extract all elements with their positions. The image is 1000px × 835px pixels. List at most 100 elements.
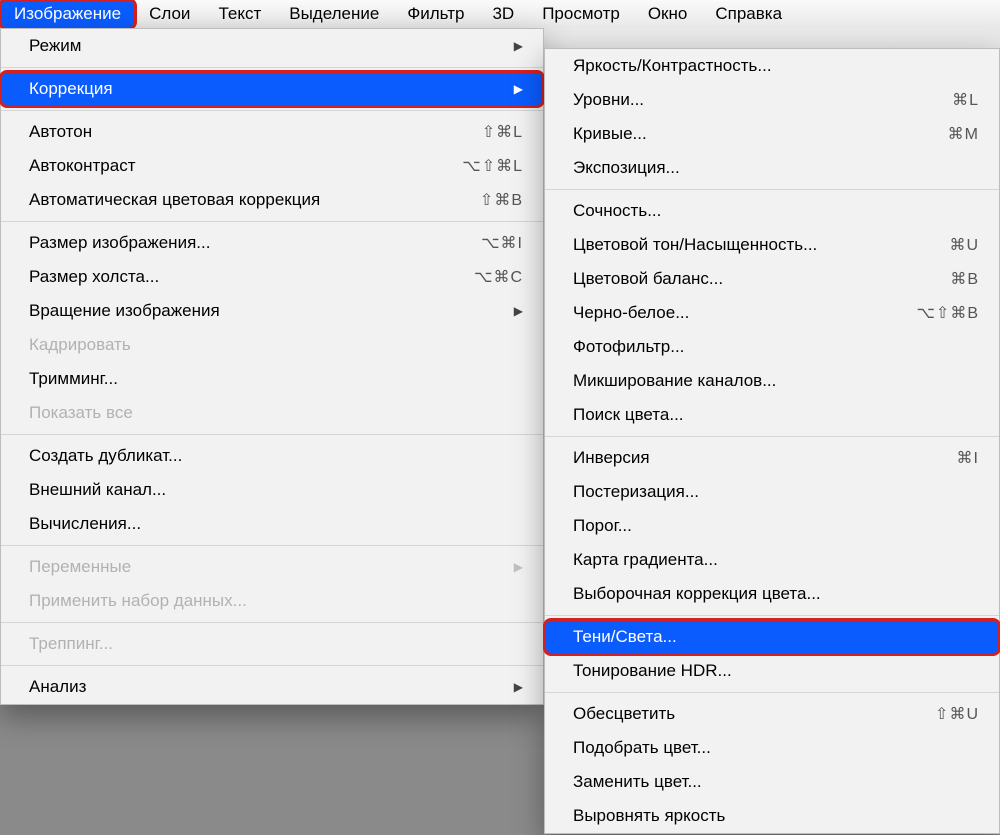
menubar-item-5[interactable]: 3D xyxy=(478,0,528,28)
menu-item-label: Инверсия xyxy=(573,448,957,468)
menu-item-shortcut: ⌘L xyxy=(952,90,979,110)
menu-item-shortcut: ⇧⌘B xyxy=(480,190,523,210)
menu-item-shortcut: ⌘U xyxy=(949,235,979,255)
image-menu-item[interactable]: Размер холста...⌥⌘C xyxy=(1,260,543,294)
adjustments-item[interactable]: Заменить цвет... xyxy=(545,765,999,799)
menu-item-shortcut: ⇧⌘L xyxy=(482,122,523,142)
menu-item-label: Подобрать цвет... xyxy=(573,738,979,758)
image-menu-item[interactable]: Вычисления... xyxy=(1,507,543,541)
menu-item-label: Тонирование HDR... xyxy=(573,661,979,681)
adjustments-separator xyxy=(545,189,999,190)
image-menu-item: Применить набор данных... xyxy=(1,584,543,618)
adjustments-item[interactable]: Экспозиция... xyxy=(545,151,999,185)
menu-item-label: Создать дубликат... xyxy=(29,446,523,466)
menubar-item-8[interactable]: Справка xyxy=(701,0,796,28)
menubar-item-6[interactable]: Просмотр xyxy=(528,0,634,28)
adjustments-separator xyxy=(545,692,999,693)
menu-item-label: Вычисления... xyxy=(29,514,523,534)
menu-item-label: Автотон xyxy=(29,122,482,142)
adjustments-item[interactable]: Тени/Света... xyxy=(545,620,999,654)
image-menu-item[interactable]: Тримминг... xyxy=(1,362,543,396)
adjustments-submenu-dropdown: Яркость/Контрастность...Уровни...⌘LКривы… xyxy=(544,48,1000,834)
menu-item-label: Обесцветить xyxy=(573,704,935,724)
adjustments-item[interactable]: Цветовой тон/Насыщенность...⌘U xyxy=(545,228,999,262)
menubar-item-0[interactable]: Изображение xyxy=(0,0,135,28)
image-menu-item[interactable]: Автоконтраст⌥⇧⌘L xyxy=(1,149,543,183)
menu-item-label: Уровни... xyxy=(573,90,952,110)
menubar-item-2[interactable]: Текст xyxy=(204,0,275,28)
menu-item-label: Кадрировать xyxy=(29,335,523,355)
menu-item-label: Микширование каналов... xyxy=(573,371,979,391)
menu-item-label: Черно-белое... xyxy=(573,303,916,323)
submenu-arrow-icon: ▶ xyxy=(514,560,523,574)
image-menu-item[interactable]: Автотон⇧⌘L xyxy=(1,115,543,149)
image-menu-separator xyxy=(1,110,543,111)
image-menu-item[interactable]: Размер изображения...⌥⌘I xyxy=(1,226,543,260)
menu-item-shortcut: ⌘M xyxy=(948,124,979,144)
menu-item-label: Порог... xyxy=(573,516,979,536)
adjustments-item[interactable]: Подобрать цвет... xyxy=(545,731,999,765)
image-menu-item[interactable]: Режим▶ xyxy=(1,29,543,63)
image-menu-separator xyxy=(1,67,543,68)
image-menu-item: Показать все xyxy=(1,396,543,430)
menu-item-label: Заменить цвет... xyxy=(573,772,979,792)
image-menu-separator xyxy=(1,545,543,546)
image-menu-item: Переменные ▶ xyxy=(1,550,543,584)
menu-item-label: Фотофильтр... xyxy=(573,337,979,357)
adjustments-item[interactable]: Яркость/Контрастность... xyxy=(545,49,999,83)
adjustments-item[interactable]: Обесцветить⇧⌘U xyxy=(545,697,999,731)
image-menu-item[interactable]: Внешний канал... xyxy=(1,473,543,507)
adjustments-item[interactable]: Микширование каналов... xyxy=(545,364,999,398)
image-menu-separator xyxy=(1,622,543,623)
adjustments-item[interactable]: Цветовой баланс...⌘B xyxy=(545,262,999,296)
image-menu-item[interactable]: Коррекция▶ xyxy=(1,72,543,106)
image-menu-item[interactable]: Создать дубликат... xyxy=(1,439,543,473)
menu-item-label: Показать все xyxy=(29,403,523,423)
image-menu-separator xyxy=(1,665,543,666)
image-menu-separator xyxy=(1,434,543,435)
menu-item-label: Тримминг... xyxy=(29,369,523,389)
menubar-item-4[interactable]: Фильтр xyxy=(393,0,478,28)
menu-item-label: Экспозиция... xyxy=(573,158,979,178)
menu-item-label: Переменные xyxy=(29,557,498,577)
menu-item-label: Применить набор данных... xyxy=(29,591,523,611)
image-menu-dropdown: Режим▶Коррекция▶Автотон⇧⌘LАвтоконтраст⌥⇧… xyxy=(0,28,544,705)
menu-item-label: Тени/Света... xyxy=(573,627,979,647)
menu-item-shortcut: ⌥⌘I xyxy=(481,233,523,253)
adjustments-item[interactable]: Карта градиента... xyxy=(545,543,999,577)
menubar: ИзображениеСлоиТекстВыделениеФильтр3DПро… xyxy=(0,0,1000,28)
adjustments-item[interactable]: Порог... xyxy=(545,509,999,543)
menu-item-label: Анализ xyxy=(29,677,498,697)
adjustments-item[interactable]: Выборочная коррекция цвета... xyxy=(545,577,999,611)
menu-item-label: Треппинг... xyxy=(29,634,523,654)
adjustments-item[interactable]: Тонирование HDR... xyxy=(545,654,999,688)
adjustments-item[interactable]: Уровни...⌘L xyxy=(545,83,999,117)
menubar-item-3[interactable]: Выделение xyxy=(275,0,393,28)
menu-item-shortcut: ⌥⇧⌘L xyxy=(462,156,523,176)
adjustments-item[interactable]: Сочность... xyxy=(545,194,999,228)
menu-item-label: Вращение изображения xyxy=(29,301,498,321)
adjustments-item[interactable]: Черно-белое...⌥⇧⌘B xyxy=(545,296,999,330)
adjustments-separator xyxy=(545,615,999,616)
image-menu-item[interactable]: Вращение изображения▶ xyxy=(1,294,543,328)
menu-item-shortcut: ⌘B xyxy=(950,269,979,289)
menu-item-label: Поиск цвета... xyxy=(573,405,979,425)
adjustments-item[interactable]: Поиск цвета... xyxy=(545,398,999,432)
submenu-arrow-icon: ▶ xyxy=(514,39,523,53)
image-menu-item[interactable]: Автоматическая цветовая коррекция⇧⌘B xyxy=(1,183,543,217)
adjustments-item[interactable]: Инверсия⌘I xyxy=(545,441,999,475)
menu-item-label: Кривые... xyxy=(573,124,948,144)
image-menu-item[interactable]: Анализ▶ xyxy=(1,670,543,704)
image-menu-item: Треппинг... xyxy=(1,627,543,661)
menu-item-label: Автоконтраст xyxy=(29,156,462,176)
menu-item-label: Автоматическая цветовая коррекция xyxy=(29,190,480,210)
adjustments-item[interactable]: Кривые...⌘M xyxy=(545,117,999,151)
menu-item-shortcut: ⇧⌘U xyxy=(935,704,979,724)
menu-item-label: Внешний канал... xyxy=(29,480,523,500)
adjustments-item[interactable]: Постеризация... xyxy=(545,475,999,509)
menu-item-shortcut: ⌘I xyxy=(957,448,979,468)
menubar-item-1[interactable]: Слои xyxy=(135,0,204,28)
adjustments-item[interactable]: Выровнять яркость xyxy=(545,799,999,833)
adjustments-item[interactable]: Фотофильтр... xyxy=(545,330,999,364)
menubar-item-7[interactable]: Окно xyxy=(634,0,702,28)
